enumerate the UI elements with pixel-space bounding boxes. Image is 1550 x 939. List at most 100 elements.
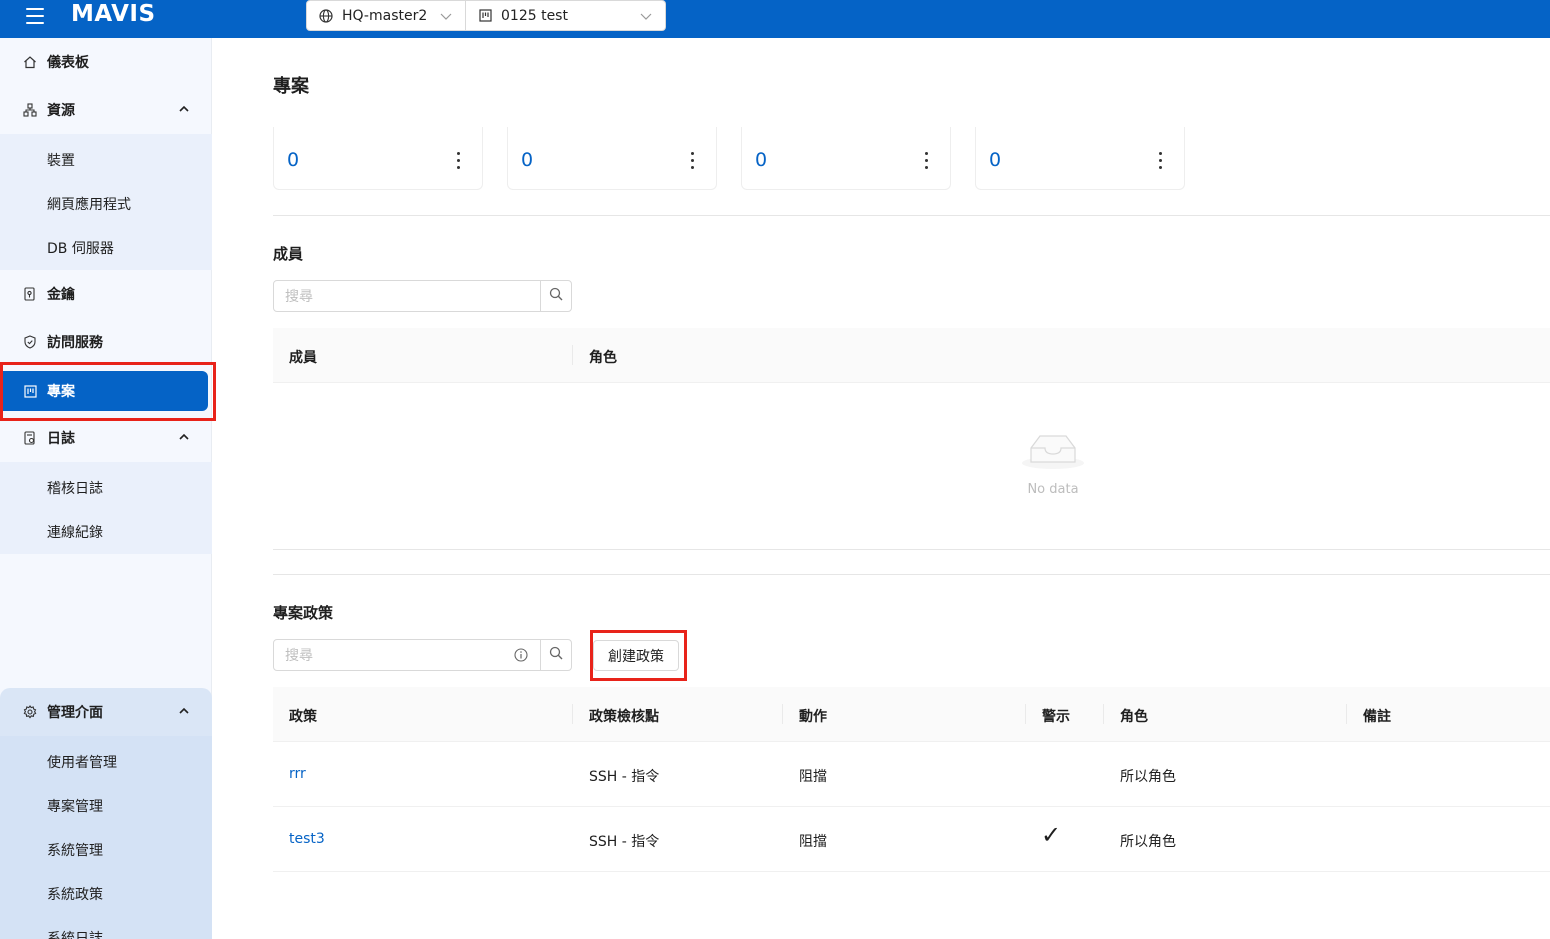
sidebar-item-resources[interactable]: 資源 [0,88,212,132]
policies-table-header: 政策 政策檢核點 動作 警示 角色 備註 [273,687,1550,742]
sidebar-item-audit-logs[interactable]: 稽核日誌 [47,478,103,498]
column-header: 政策檢核點 [589,709,659,725]
stat-value: 0 [521,149,534,171]
key-icon [23,287,37,301]
app-logo[interactable]: MAVIS [71,1,156,27]
divider [273,574,1550,575]
policies-search: 搜尋 [273,639,572,671]
policy-role: 所以角色 [1120,834,1176,850]
info-icon[interactable] [514,648,528,666]
top-bar: MAVIS HQ-master2 0125 test [0,0,1550,38]
sidebar-item-admin[interactable]: 管理介面 [0,690,212,734]
policies-title: 專案政策 [273,604,334,622]
admin-section: 管理介面 使用者管理 專案管理 系統管理 系統政策 系統日誌 [0,688,212,939]
region-select-value: HQ-master2 [342,7,428,24]
region-select[interactable]: HQ-master2 [306,0,466,31]
stat-value: 0 [287,149,300,171]
sidebar-item-access-service[interactable]: 訪問服務 [0,320,212,364]
chevron-down-icon [639,9,653,23]
sidebar-item-label: 訪問服務 [47,335,103,351]
members-search: 搜尋 [273,280,572,312]
column-header: 政策 [289,709,317,725]
stat-card: 0 [975,127,1185,190]
admin-submenu: 使用者管理 專案管理 系統管理 系統政策 系統日誌 [0,736,212,939]
sidebar-item-connection-records[interactable]: 連線紀錄 [47,522,103,542]
sidebar-item-system-policies[interactable]: 系統政策 [47,884,103,904]
column-header: 成員 [289,350,317,366]
policy-name-link[interactable]: rrr [289,766,306,782]
more-vertical-icon[interactable] [691,152,695,170]
sidebar-item-label: 日誌 [47,431,75,447]
empty-inbox-icon [1021,435,1085,474]
empty-text: No data [1027,482,1079,497]
column-separator [572,345,573,365]
search-icon [549,287,563,305]
more-vertical-icon[interactable] [925,152,929,170]
more-vertical-icon[interactable] [1159,152,1163,170]
gear-icon [23,705,37,719]
more-vertical-icon[interactable] [457,152,461,170]
column-header: 角色 [1120,709,1148,725]
project-select[interactable]: 0125 test [466,0,666,31]
members-title: 成員 [273,245,304,263]
table-row: test3 SSH - 指令 阻擋 ✓ 所以角色 [273,807,1550,872]
members-search-input[interactable]: 搜尋 [274,281,540,311]
sidebar-item-logs[interactable]: 日誌 [0,416,212,460]
policy-checkpoint: SSH - 指令 [589,769,660,785]
policy-checkpoint: SSH - 指令 [589,834,660,850]
home-icon [23,55,37,69]
sidebar-item-db-servers[interactable]: DB 伺服器 [47,238,114,258]
column-separator [572,704,573,724]
sidebar-item-system-logs[interactable]: 系統日誌 [47,928,103,939]
column-header: 備註 [1363,709,1391,725]
stat-card: 0 [273,127,483,190]
column-header: 動作 [799,709,827,725]
sidebar-item-system-management[interactable]: 系統管理 [47,840,103,860]
highlight-box-projects [0,362,216,421]
sidebar-item-label: 金鑰 [47,287,75,303]
sidebar: 儀表板 資源 裝置 網頁應用程式 DB 伺服器 金鑰 訪問服務 專案 日誌 稽核… [0,38,212,939]
chevron-up-icon [178,705,190,717]
sidebar-item-web-apps[interactable]: 網頁應用程式 [47,194,131,214]
column-separator [1025,704,1026,724]
sidebar-item-label: 儀表板 [47,55,89,71]
policy-name-link[interactable]: test3 [289,831,325,847]
sidebar-item-devices[interactable]: 裝置 [47,150,75,170]
table-row: rrr SSH - 指令 阻擋 所以角色 [273,742,1550,807]
search-icon [549,646,563,664]
sidebar-item-dashboard[interactable]: 儀表板 [0,40,212,84]
checkmark-icon: ✓ [1041,821,1062,849]
column-header: 角色 [589,350,617,366]
page-title: 專案 [273,76,309,97]
stat-card: 0 [507,127,717,190]
policy-role: 所以角色 [1120,769,1176,785]
search-button[interactable] [540,281,571,311]
create-policy-button[interactable]: 創建政策 [593,640,679,671]
menu-icon[interactable] [26,8,44,24]
stat-value: 0 [755,149,768,171]
sidebar-item-keys[interactable]: 金鑰 [0,272,212,316]
search-button[interactable] [540,640,571,670]
sidebar-item-project-management[interactable]: 專案管理 [47,796,103,816]
column-header: 警示 [1042,709,1070,725]
stat-value: 0 [989,149,1002,171]
shield-icon [23,335,37,349]
chevron-up-icon [178,103,190,115]
project-icon [477,8,493,24]
column-separator [1346,704,1347,724]
policy-action: 阻擋 [799,834,827,850]
main-content: 專案 0 0 0 0 成員 搜尋 成員 角色 No data 專案政策 搜尋 創… [213,38,1550,939]
members-empty-state: No data [1020,428,1086,497]
divider [273,215,1550,216]
globe-icon [318,8,334,24]
project-select-value: 0125 test [501,7,568,24]
stat-card: 0 [741,127,951,190]
chevron-down-icon [439,9,453,23]
resources-icon [23,103,37,117]
sidebar-item-user-management[interactable]: 使用者管理 [47,752,117,772]
sidebar-item-label: 管理介面 [47,705,103,721]
policies-search-input[interactable]: 搜尋 [274,640,540,670]
resources-submenu: 裝置 網頁應用程式 DB 伺服器 [0,134,212,270]
chevron-up-icon [178,431,190,443]
log-icon [23,431,37,445]
